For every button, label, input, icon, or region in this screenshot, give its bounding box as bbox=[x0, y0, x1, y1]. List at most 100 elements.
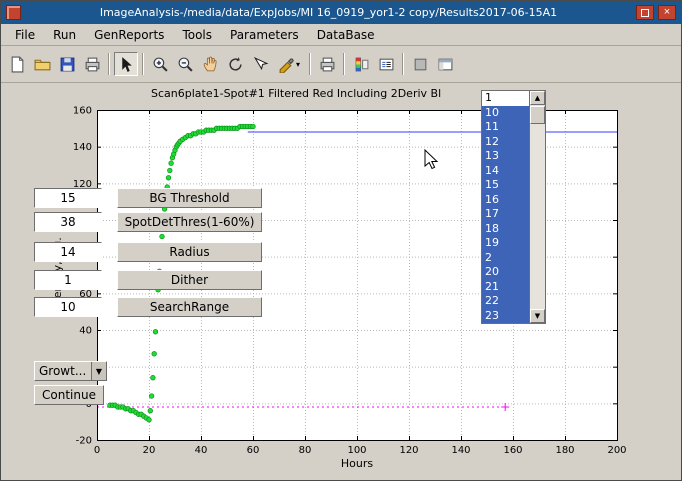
chevron-down-icon: ▼ bbox=[91, 362, 106, 380]
rotate-3d-button[interactable] bbox=[223, 52, 247, 76]
listbox-item-10[interactable]: 10 bbox=[482, 106, 529, 121]
select-arrow-button[interactable] bbox=[114, 52, 138, 76]
new-file-icon bbox=[9, 56, 26, 73]
print-button[interactable] bbox=[80, 52, 104, 76]
toolbar-separator bbox=[142, 53, 144, 75]
svg-text:160: 160 bbox=[503, 445, 522, 456]
plot-title: Scan6plate1-Spot#1 Filtered Red Includin… bbox=[151, 87, 441, 100]
menu-item-database[interactable]: DataBase bbox=[308, 26, 384, 44]
listbox-item-17[interactable]: 17 bbox=[482, 207, 529, 222]
save-button[interactable] bbox=[55, 52, 79, 76]
listbox-item-14[interactable]: 14 bbox=[482, 164, 529, 179]
zoom-in-button[interactable] bbox=[148, 52, 172, 76]
svg-text:0: 0 bbox=[94, 445, 100, 456]
continue-button[interactable]: Continue bbox=[34, 385, 104, 405]
print-figure-icon bbox=[319, 56, 336, 73]
toolbar: ▾ bbox=[1, 46, 681, 83]
menu-item-parameters[interactable]: Parameters bbox=[221, 26, 308, 44]
scroll-up-icon[interactable]: ▲ bbox=[530, 91, 545, 105]
menu-item-run[interactable]: Run bbox=[44, 26, 85, 44]
svg-text:160: 160 bbox=[73, 106, 92, 117]
new-file-button[interactable] bbox=[5, 52, 29, 76]
search-range-row: SearchRange bbox=[34, 297, 262, 317]
listbox-item-19[interactable]: 19 bbox=[482, 236, 529, 251]
search-range-input[interactable] bbox=[34, 297, 102, 317]
menubar: File Run GenReports Tools Parameters Dat… bbox=[1, 24, 681, 46]
svg-text:120: 120 bbox=[399, 445, 418, 456]
menu-item-tools[interactable]: Tools bbox=[173, 26, 221, 44]
scrollbar-trough[interactable] bbox=[530, 124, 545, 309]
minimize-icon bbox=[641, 9, 649, 17]
select-arrow-icon bbox=[118, 56, 135, 73]
bg-threshold-input[interactable] bbox=[34, 188, 102, 208]
listbox-scrollbar[interactable]: ▲ ▼ bbox=[529, 91, 545, 323]
svg-text:40: 40 bbox=[195, 445, 208, 456]
listbox-item-22[interactable]: 22 bbox=[482, 294, 529, 309]
dither-input[interactable] bbox=[34, 270, 102, 290]
listbox-items: 110111213141516171819220212223 bbox=[482, 91, 529, 323]
toolbar-separator bbox=[343, 53, 345, 75]
zoom-out-button[interactable] bbox=[173, 52, 197, 76]
growth-popup-menu[interactable]: Growt... ▼ bbox=[34, 361, 107, 381]
dither-button[interactable]: Dither bbox=[117, 270, 262, 290]
menu-item-file[interactable]: File bbox=[6, 26, 44, 44]
hide-plot-tools-icon bbox=[412, 56, 429, 73]
open-folder-icon bbox=[34, 56, 51, 73]
listbox-item-21[interactable]: 21 bbox=[482, 280, 529, 295]
radius-button[interactable]: Radius bbox=[117, 242, 262, 262]
brush-button[interactable]: ▾ bbox=[273, 52, 305, 76]
listbox-item-11[interactable]: 11 bbox=[482, 120, 529, 135]
close-button[interactable]: × bbox=[658, 5, 676, 20]
svg-text:100: 100 bbox=[347, 445, 366, 456]
svg-text:200: 200 bbox=[607, 445, 626, 456]
svg-text:40: 40 bbox=[79, 326, 92, 337]
data-cursor-icon bbox=[252, 56, 269, 73]
minimize-button[interactable] bbox=[636, 5, 654, 20]
bg-threshold-row: BG Threshold bbox=[34, 188, 262, 208]
app-icon bbox=[6, 5, 21, 20]
x-axis-label: Hours bbox=[341, 457, 373, 470]
svg-text:20: 20 bbox=[143, 445, 156, 456]
insert-legend-button[interactable] bbox=[374, 52, 398, 76]
scrollbar-thumb[interactable] bbox=[530, 106, 545, 124]
print-figure-button[interactable] bbox=[315, 52, 339, 76]
app-window: ImageAnalysis-/media/data/ExpJobs/MI 16_… bbox=[0, 0, 682, 481]
brush-icon bbox=[278, 56, 295, 73]
radius-row: Radius bbox=[34, 242, 262, 262]
show-plot-tools-button[interactable] bbox=[433, 52, 457, 76]
listbox-item-2[interactable]: 2 bbox=[482, 251, 529, 266]
listbox-item-1[interactable]: 1 bbox=[482, 91, 529, 106]
listbox-item-16[interactable]: 16 bbox=[482, 193, 529, 208]
spot-det-thres-button[interactable]: SpotDetThres(1-60%) bbox=[117, 212, 262, 232]
window-title: ImageAnalysis-/media/data/ExpJobs/MI 16_… bbox=[25, 6, 632, 19]
hide-plot-tools-button[interactable] bbox=[408, 52, 432, 76]
zoom-out-icon bbox=[177, 56, 194, 73]
listbox-item-23[interactable]: 23 bbox=[482, 309, 529, 324]
menu-item-genreports[interactable]: GenReports bbox=[85, 26, 173, 44]
bg-threshold-button[interactable]: BG Threshold bbox=[117, 188, 262, 208]
pan-hand-button[interactable] bbox=[198, 52, 222, 76]
growth-popup-label: Growt... bbox=[35, 364, 91, 378]
insert-colorbar-icon bbox=[353, 56, 370, 73]
listbox-item-13[interactable]: 13 bbox=[482, 149, 529, 164]
search-range-button[interactable]: SearchRange bbox=[117, 297, 262, 317]
listbox-item-18[interactable]: 18 bbox=[482, 222, 529, 237]
data-cursor-button[interactable] bbox=[248, 52, 272, 76]
scroll-down-icon[interactable]: ▼ bbox=[530, 309, 545, 323]
insert-colorbar-button[interactable] bbox=[349, 52, 373, 76]
listbox-item-15[interactable]: 15 bbox=[482, 178, 529, 193]
dither-row: Dither bbox=[34, 270, 262, 290]
rotate-3d-icon bbox=[227, 56, 244, 73]
listbox-item-12[interactable]: 12 bbox=[482, 135, 529, 150]
zoom-in-icon bbox=[152, 56, 169, 73]
listbox-item-20[interactable]: 20 bbox=[482, 265, 529, 280]
number-listbox: 110111213141516171819220212223 ▲ ▼ bbox=[481, 90, 546, 324]
open-folder-button[interactable] bbox=[30, 52, 54, 76]
titlebar: ImageAnalysis-/media/data/ExpJobs/MI 16_… bbox=[1, 1, 681, 24]
toolbar-separator bbox=[309, 53, 311, 75]
svg-text:60: 60 bbox=[247, 445, 260, 456]
spot-det-thres-input[interactable] bbox=[34, 212, 102, 232]
radius-input[interactable] bbox=[34, 242, 102, 262]
figure-area: 020406080100120140160180200-200204060801… bbox=[1, 83, 681, 481]
show-plot-tools-icon bbox=[437, 56, 454, 73]
